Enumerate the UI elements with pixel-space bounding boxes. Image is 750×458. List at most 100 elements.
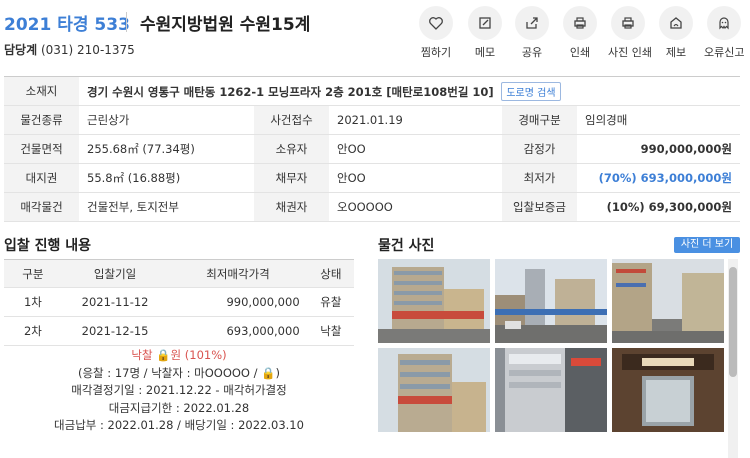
sale-result: 낙찰 🔒원 (101%) (응찰 : 17명 / 낙찰자 : 마OOOOO / … [4,347,354,435]
report-label: 제보 [665,46,687,59]
date-cell: 2021-11-12 [61,287,169,317]
property-photo[interactable] [612,348,724,432]
table-row: 건물면적 255.68㎡ (77.34평) 소유자 안OO 감정가 990,00… [4,134,740,164]
col-status: 상태 [307,259,354,288]
bidders-line: (응찰 : 17명 / 낙찰자 : 마OOOOO / 🔒) [4,365,354,383]
photos-title: 물건 사진 [378,238,435,254]
error-report-icon [719,17,729,30]
sale-object-label: 매각물건 [4,192,79,222]
round-cell: 2차 [4,316,62,346]
sold-label: 낙찰 [131,348,153,362]
lock-icon[interactable]: 🔒 [261,366,275,380]
print-icon [574,17,586,29]
report-button[interactable]: 제보 [656,6,696,60]
case-filed-label: 사건접수 [254,105,329,135]
header: 2021 타경 533 수원지방법원 수원15계 담당계 (031) 210-1… [0,0,750,72]
memo-button[interactable]: 메모 [465,6,505,60]
road-search-button[interactable]: 도로명 검색 [501,81,561,101]
department-info: 담당계 (031) 210-1375 [4,41,135,58]
sold-amount: 원 [170,348,182,362]
memo-label: 메모 [474,46,496,59]
payment-deadline-line: 대금지급기한 : 2022.01.28 [108,400,250,415]
property-photo[interactable] [495,348,607,432]
more-photos-button[interactable]: 사진 더 보기 [674,237,740,253]
col-round: 구분 [4,259,62,288]
deposit-label: 입찰보증금 [502,192,577,222]
print-label: 인쇄 [569,46,591,59]
case-filed-value: 2021.01.19 [329,105,502,135]
building-area-label: 건물면적 [4,134,79,164]
property-photo[interactable] [378,348,490,432]
property-type-label: 물건종류 [4,105,79,135]
sale-result-line: 낙찰 🔒원 (101%) [4,347,354,365]
heart-icon [429,17,443,30]
share-button[interactable]: 공유 [512,6,552,60]
round-cell: 1차 [4,287,62,317]
creditor-label: 채권자 [254,192,329,222]
land-right-label: 대지권 [4,163,79,193]
location-cell: 경기 수원시 영통구 매탄동 1262-1 모닝프라자 2층 201호 [매탄로… [79,76,740,106]
creditor-value: 오OOOOO [329,192,502,222]
photo-print-button[interactable]: 사진 인쇄 [608,6,652,60]
error-report-label: 오류신고 [704,46,745,59]
photo-print-icon [622,17,634,29]
photo-print-label: 사진 인쇄 [608,46,652,59]
table-row: 소재지 경기 수원시 영통구 매탄동 1262-1 모닝프라자 2층 201호 … [4,76,740,106]
property-info-table: 소재지 경기 수원시 영통구 매탄동 1262-1 모닝프라자 2층 201호 … [4,76,740,222]
deposit-value: (10%) 69,300,000원 [577,192,740,222]
bidding-title: 입찰 진행 내용 [4,238,92,254]
building-area-value: 255.68㎡ (77.34평) [79,134,254,164]
property-photo[interactable] [495,259,607,343]
favorite-label: 찜하기 [420,46,452,59]
table-row: 매각물건 건물전부, 토지전부 채권자 오OOOOO 입찰보증금 (10%) 6… [4,192,740,222]
favorite-button[interactable]: 찜하기 [416,6,456,60]
court-name: 수원지방법원 수원15계 [140,15,311,35]
lock-icon[interactable]: 🔒 [156,348,170,362]
owner-label: 소유자 [254,134,329,164]
min-price-label: 최저가 [502,163,577,193]
status-cell: 낙찰 [307,316,354,346]
dept-phone: (031) 210-1375 [40,43,135,57]
status-cell: 유찰 [307,287,354,317]
date-cell: 2021-12-15 [61,316,169,346]
location-value: 경기 수원시 영통구 매탄동 1262-1 모닝프라자 2층 201호 [매탄로… [87,84,494,99]
price-cell: 693,000,000 [168,316,308,346]
divider [126,12,127,32]
property-photo[interactable] [612,259,724,343]
property-photo[interactable] [378,259,490,343]
auction-type-value: 임의경매 [577,105,740,135]
table-row: 대지권 55.8㎡ (16.88평) 채무자 안OO 최저가 (70%) 693… [4,163,740,193]
debtor-value: 안OO [329,163,502,193]
payment-line: 대금납부 : 2022.01.28 / 배당기일 : 2022.03.10 [54,418,304,432]
print-button[interactable]: 인쇄 [560,6,600,60]
bidding-table: 구분 입찰기일 최저매각가격 상태 1차 2021-11-12 990,000,… [4,259,354,346]
table-header-row: 구분 입찰기일 최저매각가격 상태 [4,259,354,288]
bidders-end: ) [275,365,281,380]
report-icon [670,17,682,29]
land-right-value: 55.8㎡ (16.88평) [79,163,254,193]
error-report-button[interactable]: 오류신고 [704,6,744,60]
price-cell: 990,000,000 [168,287,308,317]
location-label: 소재지 [4,76,79,106]
appraisal-value: 990,000,000원 [577,134,740,164]
owner-value: 안OO [329,134,502,164]
col-price: 최저매각가격 [168,259,308,288]
share-icon [526,17,538,29]
bidders-info: (응찰 : 17명 / 낙찰자 : 마OOOOO / [77,365,258,380]
decision-line: 매각결정기일 : 2021.12.22 - 매각허가결정 [71,383,287,397]
sale-object-value: 건물전부, 토지전부 [79,192,254,222]
sold-percent: (101%) [184,348,227,362]
case-number: 2021 타경 533 [4,15,130,35]
min-price-value: (70%) 693,000,000원 [577,163,740,193]
share-label: 공유 [521,46,543,59]
appraisal-label: 감정가 [502,134,577,164]
dept-label: 담당계 [4,43,38,57]
table-row: 1차 2021-11-12 990,000,000 유찰 [4,287,354,317]
scrollbar-thumb[interactable] [729,267,737,377]
table-row: 물건종류 근린상가 사건접수 2021.01.19 경매구분 임의경매 [4,105,740,135]
col-date: 입찰기일 [61,259,169,288]
debtor-label: 채무자 [254,163,329,193]
property-type-value: 근린상가 [79,105,254,135]
scrollbar[interactable] [728,259,738,458]
memo-icon [479,17,491,29]
